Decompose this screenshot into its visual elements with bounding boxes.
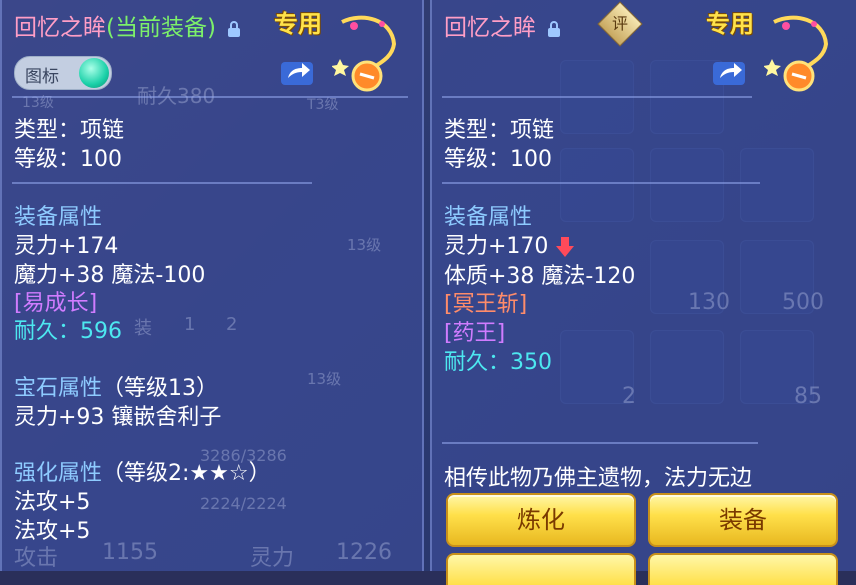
item-level: 等级：100 <box>444 147 552 172</box>
compare-equipment-panel: 130 500 2 85 回忆之眸 评 专用 类型：项链 等级：100 装备属性… <box>430 0 856 585</box>
item-name: 回忆之眸 <box>444 15 536 41</box>
bg-slot-num: 2 <box>226 314 238 335</box>
attr-line: 灵力+170 <box>444 234 549 259</box>
gem-attr-row: 宝石属性（等级13） <box>14 370 218 402</box>
bg-tier-label: 13级 <box>307 370 342 388</box>
enhance-line: 法攻+5 <box>14 490 91 515</box>
gem-line: 灵力+93 镶嵌舍利子 <box>14 405 222 430</box>
more-button[interactable] <box>648 553 838 585</box>
enhance-line: 法攻+5 <box>14 519 91 544</box>
bg-attack-value: 1155 <box>102 540 158 565</box>
durability: 耐久：350 <box>444 350 552 375</box>
equip-attr-title: 装备属性 <box>444 205 533 230</box>
bg-item-count: 85 <box>794 384 822 409</box>
item-name: 回忆之眸 <box>14 15 106 41</box>
exclusive-label: 专用 <box>274 10 322 38</box>
bg-spirit-label: 灵力 <box>250 546 295 571</box>
bg-tier-label: 13级 <box>22 95 54 111</box>
item-title: 回忆之眸(当前装备) <box>14 8 241 42</box>
item-type: 类型：项链 <box>14 118 125 143</box>
necklace-icon <box>764 15 829 92</box>
exclusive-label: 专用 <box>706 10 754 38</box>
bg-tier-label: 13级 <box>347 236 382 254</box>
enhance-attr-title: 强化属性 <box>14 461 103 486</box>
decrease-arrow-icon <box>556 237 575 257</box>
gem-level: （等级13） <box>102 376 219 401</box>
icon-toggle-label: 图标 <box>25 67 59 87</box>
share-icon[interactable] <box>712 56 746 86</box>
icon-toggle[interactable]: 图标 <box>14 56 112 90</box>
current-equipped-tag: (当前装备) <box>106 15 216 41</box>
more-button[interactable] <box>446 553 636 585</box>
bg-spirit-value: 1226 <box>336 540 392 565</box>
bg-slot-num: 1 <box>184 314 196 335</box>
bg-item-count: 2 <box>622 384 636 409</box>
enhance-attr-row: 强化属性（等级2:★★☆） <box>14 455 271 487</box>
toggle-knob <box>79 58 109 88</box>
divider <box>12 182 312 184</box>
gem-attr-title: 宝石属性 <box>14 376 103 401</box>
bg-item-count: 500 <box>782 290 824 315</box>
item-description: 相传此物乃佛主遗物，法力无边 <box>444 466 753 491</box>
refine-button[interactable]: 炼化 <box>446 493 636 547</box>
bg-slot-label: 装 <box>134 318 152 339</box>
bg-mp-bar: 2224/2224 <box>200 494 287 513</box>
share-icon[interactable] <box>280 56 314 86</box>
special-skill: [冥王斩] <box>444 292 528 317</box>
necklace-icon <box>332 15 397 92</box>
enhance-level: （等级2:★★☆） <box>102 461 271 486</box>
divider <box>442 182 760 184</box>
divider <box>12 96 408 98</box>
attr-line: 灵力+174 <box>14 234 119 259</box>
item-title: 回忆之眸 <box>444 8 561 42</box>
equip-button[interactable]: 装备 <box>648 493 838 547</box>
bg-durability-text: 耐久380 <box>137 84 216 108</box>
durability: 耐久：596 <box>14 319 122 344</box>
lock-icon <box>548 20 561 37</box>
equip-attr-title: 装备属性 <box>14 205 103 230</box>
divider <box>442 96 752 98</box>
divider <box>442 442 758 444</box>
bg-item-count: 130 <box>688 290 730 315</box>
lock-icon <box>228 20 241 37</box>
item-level: 等级：100 <box>14 147 122 172</box>
current-equipment-panel: 耐久380 13级 T3级 13级 13级 装 1 2 3286/3286 22… <box>0 0 424 571</box>
rate-badge-text: 评 <box>611 14 628 33</box>
item-type: 类型：项链 <box>444 118 555 143</box>
rate-badge[interactable]: 评 <box>597 1 643 47</box>
special-skill: [药王] <box>444 321 506 346</box>
attr-line-row: 灵力+170 <box>444 228 575 260</box>
